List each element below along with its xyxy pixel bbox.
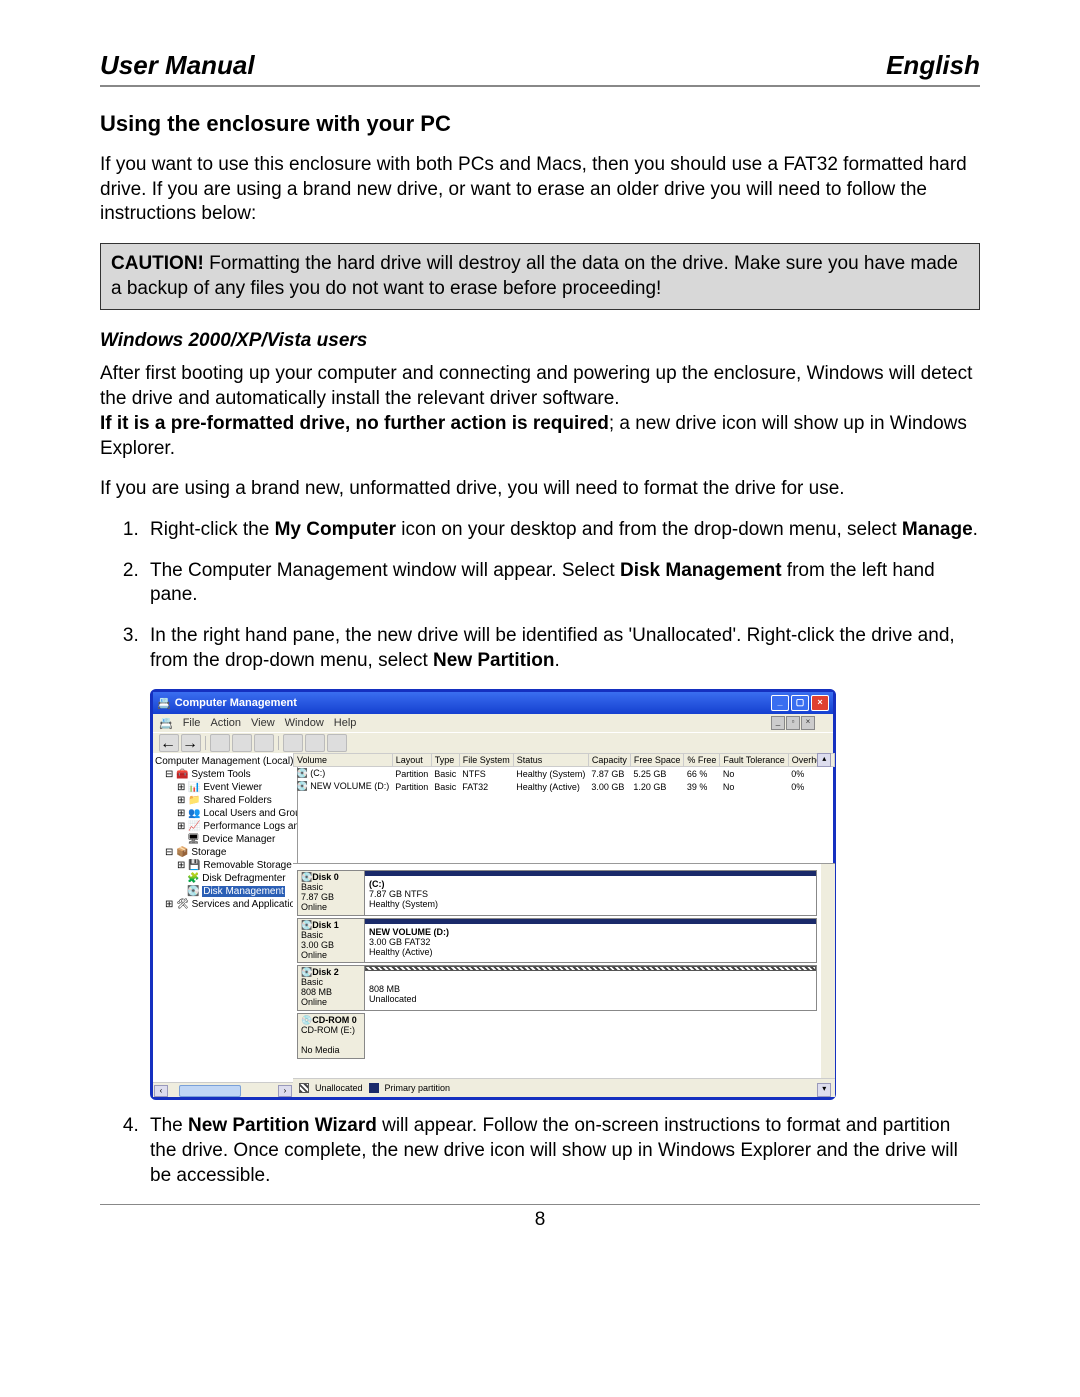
col-layout[interactable]: Layout xyxy=(392,754,431,767)
toolbar: ← → xyxy=(153,732,833,753)
back-button[interactable]: ← xyxy=(159,734,179,752)
legend-unallocated: Unallocated xyxy=(315,1083,363,1093)
step-4: The New Partition Wizard will appear. Fo… xyxy=(144,1114,980,1188)
steps-list: Right-click the My Computer icon on your… xyxy=(100,518,980,673)
disk-graphical-view[interactable]: ▴ 💽Disk 0 Basic 7.87 GB Online (C:)7.87 … xyxy=(293,864,835,1078)
header-right: English xyxy=(886,50,980,81)
caution-label: CAUTION! xyxy=(111,253,204,274)
document-page: User Manual English Using the enclosure … xyxy=(0,0,1080,1397)
toolbar-button[interactable] xyxy=(305,734,325,752)
legend-swatch-unallocated xyxy=(299,1083,309,1093)
scroll-thumb[interactable] xyxy=(179,1085,241,1097)
header-left: User Manual xyxy=(100,50,255,81)
subsection-title: Windows 2000/XP/Vista users xyxy=(100,330,980,352)
disk-row-2[interactable]: 💽Disk 2 Basic 808 MB Online 808 MBUnallo… xyxy=(297,965,817,1011)
disk-1-header: 💽Disk 1 Basic 3.00 GB Online xyxy=(298,919,365,963)
window-title: Computer Management xyxy=(175,697,297,709)
window-body: Computer Management (Local) ⊟ 🧰 System T… xyxy=(153,753,833,1097)
disk-2-unallocated[interactable]: 808 MBUnallocated xyxy=(365,966,816,1010)
step-1: Right-click the My Computer icon on your… xyxy=(144,518,980,543)
legend-primary: Primary partition xyxy=(385,1083,451,1093)
disk-2-header: 💽Disk 2 Basic 808 MB Online xyxy=(298,966,365,1010)
footer-rule xyxy=(100,1204,980,1205)
col-pct-free[interactable]: % Free xyxy=(684,754,720,767)
tree-disk-defragmenter[interactable]: Disk Defragmenter xyxy=(202,873,285,884)
tree-storage[interactable]: Storage xyxy=(191,847,226,858)
help-button[interactable] xyxy=(283,734,303,752)
scroll-right-arrow[interactable]: › xyxy=(278,1085,292,1097)
disk-row-cdrom[interactable]: 💿CD-ROM 0 CD-ROM (E:) No Media xyxy=(297,1013,817,1059)
table-row[interactable]: 💽 NEW VOLUME (D:) Partition Basic FAT32 … xyxy=(294,780,835,793)
page-header: User Manual English xyxy=(100,50,980,87)
mdi-minimize-button[interactable]: _ xyxy=(771,716,785,730)
menu-help[interactable]: Help xyxy=(334,717,357,729)
paragraph-unformatted: If you are using a brand new, unformatte… xyxy=(100,477,980,502)
menu-window[interactable]: Window xyxy=(285,717,324,729)
caution-text: Formatting the hard drive will destroy a… xyxy=(111,253,958,299)
refresh-button[interactable] xyxy=(254,734,274,752)
up-button[interactable] xyxy=(210,734,230,752)
disk-row-0[interactable]: 💽Disk 0 Basic 7.87 GB Online (C:)7.87 GB… xyxy=(297,870,817,916)
menu-action[interactable]: Action xyxy=(210,717,241,729)
minimize-button[interactable]: _ xyxy=(771,695,789,711)
tree-local-users[interactable]: Local Users and Groups xyxy=(203,808,298,819)
tree-root[interactable]: Computer Management (Local) xyxy=(155,755,295,768)
mdi-icon: 📇 xyxy=(159,717,173,730)
step-3: In the right hand pane, the new drive wi… xyxy=(144,624,980,673)
app-icon: 📇 xyxy=(157,697,171,710)
close-button[interactable]: × xyxy=(811,695,829,711)
table-row[interactable]: 💽 (C:) Partition Basic NTFS Healthy (Sys… xyxy=(294,767,835,781)
legend: Unallocated Primary partition xyxy=(293,1078,835,1097)
steps-list-continued: The New Partition Wizard will appear. Fo… xyxy=(100,1114,980,1188)
disk-0-header: 💽Disk 0 Basic 7.87 GB Online xyxy=(298,871,365,915)
paragraph-preformatted: If it is a pre-formatted drive, no furth… xyxy=(100,412,980,461)
section-title: Using the enclosure with your PC xyxy=(100,111,980,137)
disk-1-partition[interactable]: NEW VOLUME (D:)3.00 GB FAT32Healthy (Act… xyxy=(365,919,816,963)
caution-box: CAUTION! Formatting the hard drive will … xyxy=(100,243,980,310)
menu-file[interactable]: File xyxy=(183,717,201,729)
maximize-button[interactable]: ▢ xyxy=(791,695,809,711)
col-filesystem[interactable]: File System xyxy=(459,754,513,767)
mdi-close-button[interactable]: × xyxy=(801,716,815,730)
table-header-row: Volume Layout Type File System Status Ca… xyxy=(294,754,835,767)
intro-paragraph: If you want to use this enclosure with b… xyxy=(100,153,980,227)
col-status[interactable]: Status xyxy=(513,754,588,767)
menubar: 📇 File Action View Window Help _ ▫ × xyxy=(153,714,833,732)
tree-pane[interactable]: Computer Management (Local) ⊟ 🧰 System T… xyxy=(153,753,298,1082)
screenshot-computer-management: 📇 Computer Management _ ▢ × 📇 File Actio… xyxy=(150,689,836,1100)
page-number: 8 xyxy=(100,1209,980,1231)
tree-perf-logs[interactable]: Performance Logs and Alerts xyxy=(203,821,298,832)
tree-shared-folders[interactable]: Shared Folders xyxy=(203,795,271,806)
toolbar-button-2[interactable] xyxy=(327,734,347,752)
col-capacity[interactable]: Capacity xyxy=(588,754,630,767)
tree-system-tools[interactable]: System Tools xyxy=(191,769,250,780)
step-2: The Computer Management window will appe… xyxy=(144,559,980,608)
tree-removable-storage[interactable]: Removable Storage xyxy=(203,860,291,871)
tree-event-viewer[interactable]: Event Viewer xyxy=(203,782,262,793)
properties-button[interactable] xyxy=(232,734,252,752)
window-titlebar[interactable]: 📇 Computer Management _ ▢ × xyxy=(153,692,833,714)
tree-horizontal-scrollbar[interactable]: ‹ › xyxy=(153,1082,293,1097)
col-type[interactable]: Type xyxy=(431,754,459,767)
forward-button[interactable]: → xyxy=(181,734,201,752)
col-volume[interactable]: Volume xyxy=(294,754,393,767)
mdi-restore-button[interactable]: ▫ xyxy=(786,716,800,730)
legend-swatch-primary xyxy=(369,1083,379,1093)
right-pane: Volume Layout Type File System Status Ca… xyxy=(293,753,835,1097)
col-fault-tolerance[interactable]: Fault Tolerance xyxy=(720,754,788,767)
col-free-space[interactable]: Free Space xyxy=(630,754,684,767)
tree-device-manager[interactable]: Device Manager xyxy=(202,834,275,845)
paragraph-driver-install: After first booting up your computer and… xyxy=(100,362,980,411)
volume-table[interactable]: Volume Layout Type File System Status Ca… xyxy=(293,753,835,864)
disk-row-1[interactable]: 💽Disk 1 Basic 3.00 GB Online NEW VOLUME … xyxy=(297,918,817,964)
scroll-left-arrow[interactable]: ‹ xyxy=(154,1085,168,1097)
menu-view[interactable]: View xyxy=(251,717,275,729)
tree-services[interactable]: Services and Applications xyxy=(192,899,298,910)
cdrom-header: 💿CD-ROM 0 CD-ROM (E:) No Media xyxy=(297,1013,365,1059)
disk-0-partition[interactable]: (C:)7.87 GB NTFSHealthy (System) xyxy=(365,871,816,915)
tree-disk-management[interactable]: Disk Management xyxy=(202,886,285,897)
preformatted-bold: If it is a pre-formatted drive, no furth… xyxy=(100,413,609,434)
